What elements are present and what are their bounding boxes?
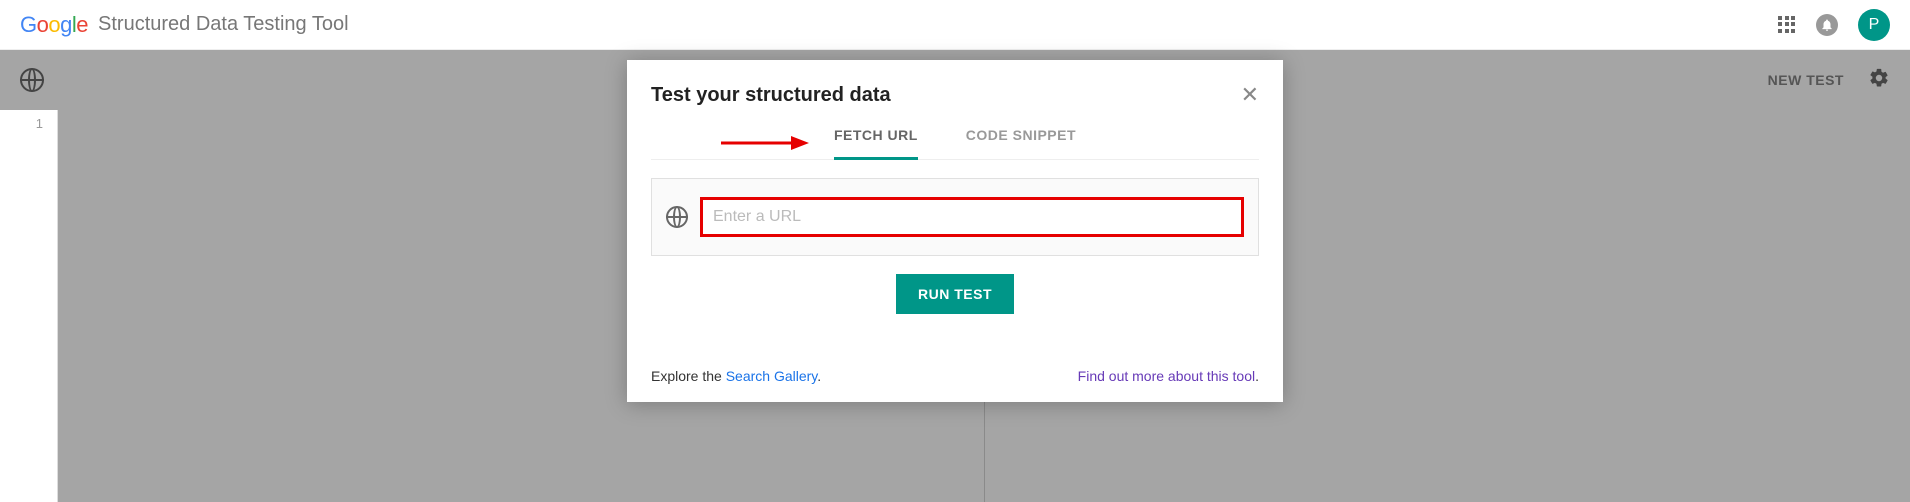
find-out-more-link[interactable]: Find out more about this tool [1078,368,1255,384]
settings-gear-icon[interactable] [1868,67,1890,94]
globe-icon [666,206,688,228]
app-title: Structured Data Testing Tool [98,13,349,36]
toolbar-right: NEW TEST [1768,67,1890,94]
notifications-icon[interactable] [1816,14,1838,36]
line-number: 1 [0,116,57,131]
header-right: P [1778,9,1890,41]
url-input-box [651,178,1259,256]
modal-footer: Explore the Search Gallery. Find out mor… [651,368,1259,384]
modal-title: Test your structured data [651,84,891,107]
line-gutter: 1 [0,110,58,502]
footer-more-suffix: . [1255,368,1259,384]
url-input[interactable] [700,197,1244,237]
google-logo: Google [20,12,88,38]
footer-explore: Explore the Search Gallery. [651,368,821,384]
modal-tabs: FETCH URL CODE SNIPPET [651,127,1259,160]
footer-explore-suffix: . [817,368,821,384]
new-test-button[interactable]: NEW TEST [1768,72,1844,88]
app-header: Google Structured Data Testing Tool P [0,0,1910,50]
user-avatar[interactable]: P [1858,9,1890,41]
run-test-button[interactable]: RUN TEST [896,274,1014,314]
modal-header: Test your structured data ✕ [651,84,1259,107]
globe-icon[interactable] [20,68,44,92]
header-left: Google Structured Data Testing Tool [20,12,349,38]
tab-code-snippet[interactable]: CODE SNIPPET [966,127,1076,159]
tab-fetch-url[interactable]: FETCH URL [834,127,918,160]
footer-more: Find out more about this tool. [1078,368,1259,384]
arrow-annotation-icon [721,133,811,153]
apps-grid-icon[interactable] [1778,16,1796,34]
run-button-row: RUN TEST [651,274,1259,314]
search-gallery-link[interactable]: Search Gallery [726,368,818,384]
footer-explore-prefix: Explore the [651,368,726,384]
close-icon[interactable]: ✕ [1241,84,1259,106]
test-modal: Test your structured data ✕ FETCH URL CO… [627,60,1283,402]
